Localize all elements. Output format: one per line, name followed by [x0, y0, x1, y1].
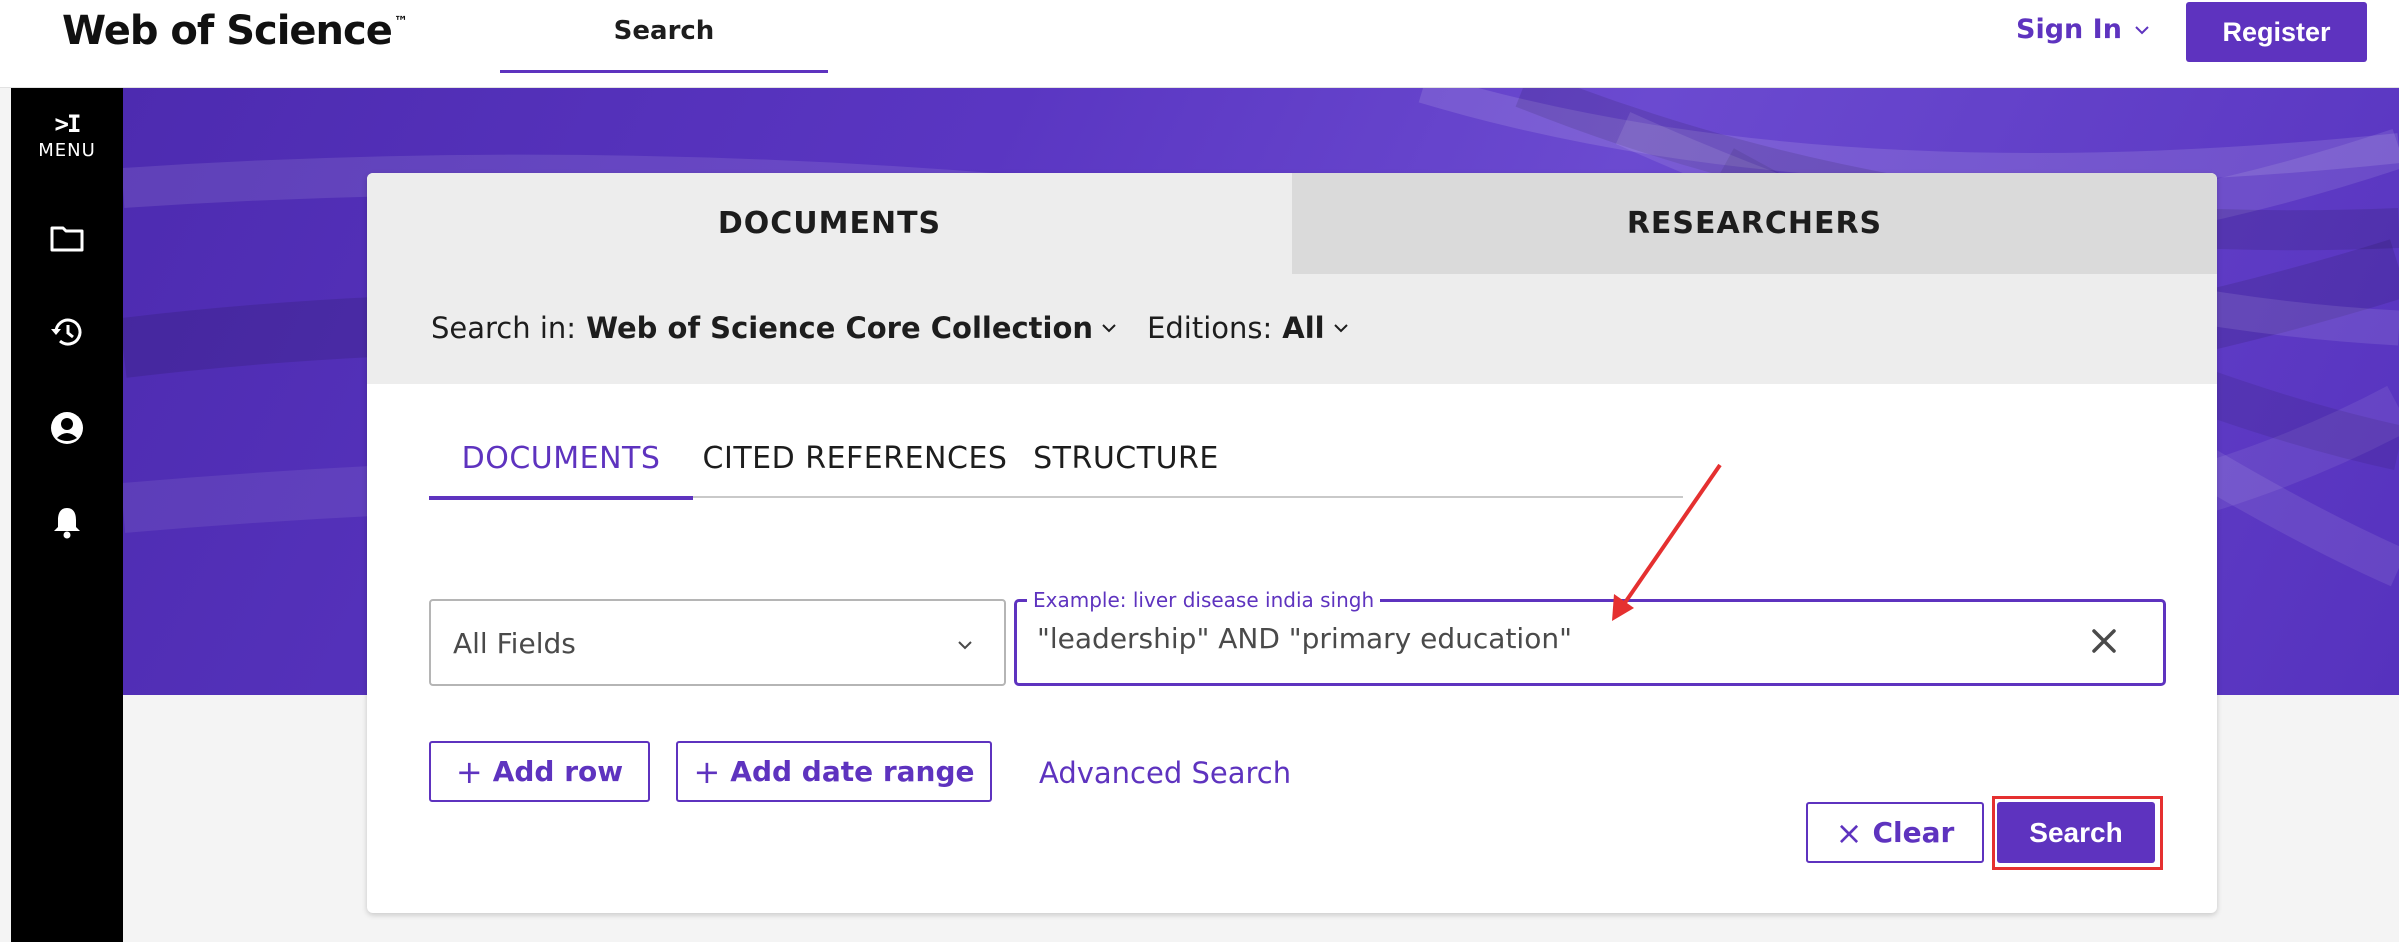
add-row-button[interactable]: + Add row	[429, 741, 650, 802]
add-row-label: Add row	[492, 755, 624, 788]
chevron-down-icon	[2135, 25, 2149, 34]
expand-menu-button[interactable]: >I MENU	[11, 110, 123, 161]
sign-in-menu[interactable]: Sign In	[2016, 14, 2150, 45]
editions-label: Editions:	[1147, 311, 1273, 345]
sign-in-label: Sign In	[2016, 14, 2122, 45]
chevron-down-icon[interactable]	[1101, 320, 1117, 336]
clear-button[interactable]: × Clear	[1806, 802, 1984, 863]
expand-arrow-icon: >I	[54, 110, 82, 138]
collection-dropdown[interactable]: Web of Science Core Collection	[586, 311, 1093, 345]
search-type-tabs: DOCUMENTS CITED REFERENCES STRUCTURE	[429, 441, 1683, 500]
subtab-active-underline	[429, 496, 693, 500]
history-icon[interactable]	[49, 314, 85, 350]
chevron-down-icon	[958, 641, 972, 650]
menu-label: MENU	[38, 140, 96, 161]
nav-tab-search-label: Search	[613, 16, 715, 46]
search-query-input[interactable]: Example: liver disease india singh "lead…	[1014, 588, 2166, 686]
add-date-range-label: Add date range	[730, 755, 975, 788]
plus-icon: +	[455, 752, 483, 791]
subtab-structure-label: STRUCTURE	[1033, 441, 1219, 476]
top-header: Web of Science ™ Search Sign In Register	[0, 0, 2399, 88]
search-field-select[interactable]: All Fields	[429, 599, 1006, 686]
trademark-mark: ™	[393, 14, 408, 30]
subtab-cited-references[interactable]: CITED REFERENCES	[693, 441, 1017, 498]
subtab-structure[interactable]: STRUCTURE	[1017, 441, 1235, 498]
search-field-value: All Fields	[453, 627, 576, 660]
chevron-down-icon[interactable]	[1333, 320, 1349, 336]
clear-label: Clear	[1872, 816, 1955, 849]
editions-dropdown[interactable]: All	[1282, 311, 1324, 345]
tab-documents[interactable]: DOCUMENTS	[367, 173, 1292, 274]
web-of-science-logo[interactable]: Web of Science ™	[62, 8, 408, 54]
logo-text: Web of Science	[62, 8, 393, 54]
folder-icon[interactable]	[49, 220, 85, 256]
register-button[interactable]: Register	[2186, 2, 2367, 62]
subtab-cited-references-label: CITED REFERENCES	[702, 441, 1008, 476]
plus-icon: +	[693, 752, 721, 791]
query-text[interactable]: "leadership" AND "primary education"	[1037, 622, 1572, 655]
side-menu: >I MENU	[11, 88, 123, 942]
account-icon[interactable]	[49, 410, 85, 446]
search-in-bar: Search in: Web of Science Core Collectio…	[367, 274, 2217, 384]
nav-tab-search[interactable]: Search	[500, 0, 828, 73]
tab-researchers[interactable]: RESEARCHERS	[1292, 173, 2217, 274]
query-example-label: Example: liver disease india singh	[1027, 588, 1381, 612]
subtab-documents[interactable]: DOCUMENTS	[429, 441, 693, 500]
search-card: DOCUMENTS RESEARCHERS Search in: Web of …	[367, 173, 2217, 913]
notification-bell-icon[interactable]	[49, 504, 85, 540]
add-date-range-button[interactable]: + Add date range	[676, 741, 992, 802]
search-button[interactable]: Search	[1997, 802, 2155, 863]
clear-query-icon[interactable]	[2087, 624, 2121, 658]
close-icon: ×	[1835, 813, 1863, 852]
search-in-label: Search in:	[431, 311, 577, 345]
nav-tab-active-underline	[500, 70, 828, 73]
advanced-search-link[interactable]: Advanced Search	[1039, 756, 1291, 790]
subtab-documents-label: DOCUMENTS	[461, 441, 661, 476]
